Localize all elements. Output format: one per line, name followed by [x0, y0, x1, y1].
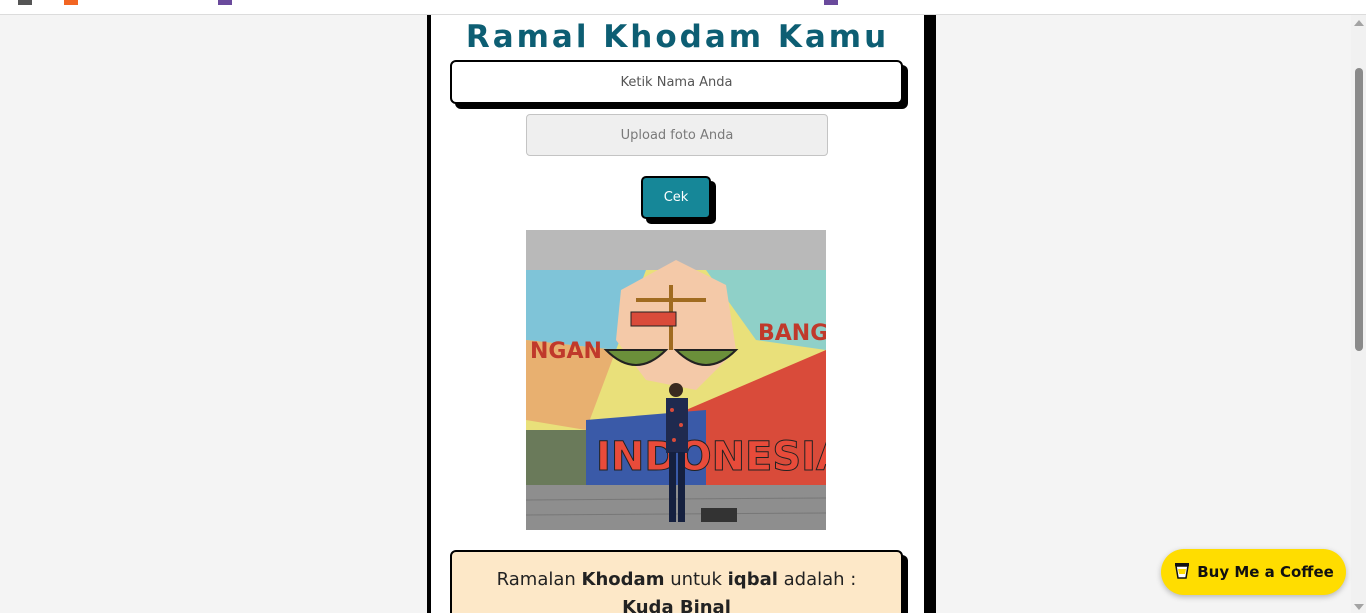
apps-icon[interactable]	[18, 0, 32, 5]
name-input[interactable]	[450, 60, 903, 104]
bookmark-icon[interactable]	[824, 0, 838, 5]
cek-button-label: Cek	[663, 190, 689, 205]
page-title: Ramal Khodam Kamu	[465, 19, 890, 55]
result-box: Ramalan Khodam untuk iqbal adalah : Kuda…	[450, 550, 903, 613]
scroll-down-icon[interactable]	[1354, 604, 1364, 610]
result-name: iqbal	[727, 569, 778, 590]
result-keyword: Khodam	[581, 569, 665, 590]
cek-button[interactable]: Cek	[641, 176, 711, 219]
coffee-cup-icon	[1173, 560, 1191, 584]
result-prefix: Ramalan	[496, 569, 576, 590]
mural-text-main: INDONESIA	[596, 434, 826, 480]
upload-label: Upload foto Anda	[620, 127, 734, 143]
mural-text-left: NGAN	[530, 339, 602, 364]
result-middle: untuk	[670, 569, 722, 590]
upload-photo-field[interactable]: Upload foto Anda	[526, 114, 828, 156]
result-khodam: Kuda Binal	[622, 597, 731, 613]
bookmark-icon[interactable]	[218, 0, 232, 5]
result-khodam-line: Kuda Binal	[452, 594, 901, 613]
bookmark-icon[interactable]	[64, 0, 78, 5]
result-line: Ramalan Khodam untuk iqbal adalah :	[452, 566, 901, 594]
uploaded-photo: NGAN BANGK INDONESIA	[526, 230, 826, 530]
mural-text-right: BANGK	[758, 321, 826, 346]
scroll-thumb[interactable]	[1355, 68, 1363, 351]
result-suffix: adalah :	[783, 569, 857, 590]
scroll-up-icon[interactable]	[1354, 20, 1364, 26]
mural-photo-image: NGAN BANGK INDONESIA	[526, 230, 826, 530]
main-card: Ramal Khodam Kamu Upload foto Anda Cek N…	[427, 15, 936, 613]
browser-bookmarks-bar	[0, 0, 1366, 15]
coffee-button-label: Buy Me a Coffee	[1197, 563, 1334, 581]
vertical-scrollbar[interactable]	[1351, 15, 1366, 613]
buy-me-a-coffee-button[interactable]: Buy Me a Coffee	[1161, 549, 1346, 595]
